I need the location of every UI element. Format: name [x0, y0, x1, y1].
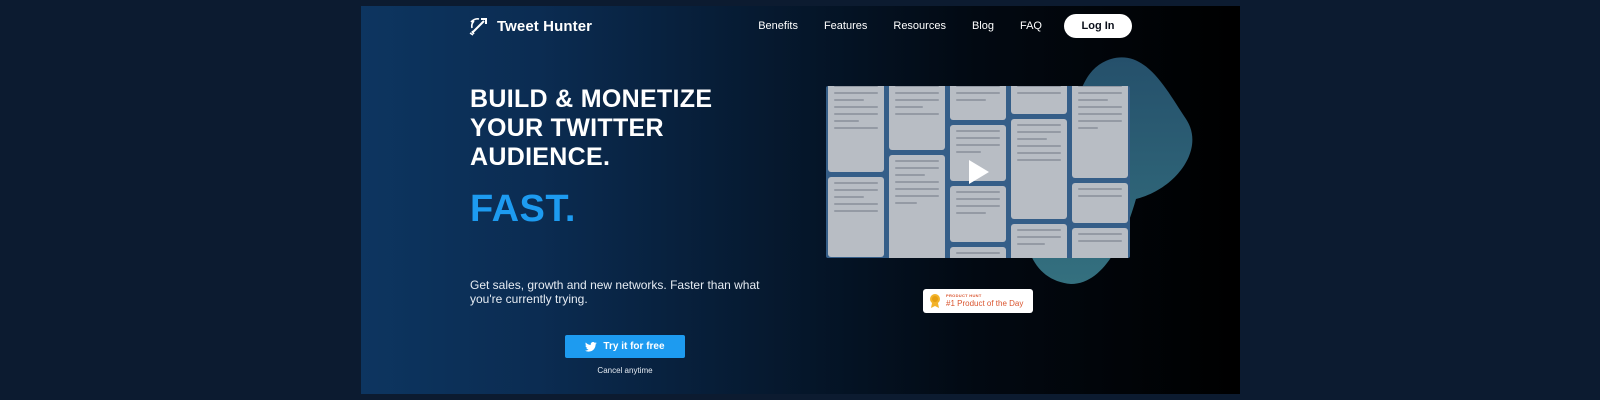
nav-item-benefits[interactable]: Benefits [758, 20, 798, 32]
brand-logo[interactable]: Tweet Hunter [469, 16, 592, 36]
brand-name: Tweet Hunter [497, 17, 593, 35]
hero-subtitle: Get sales, growth and new networks. Fast… [470, 278, 760, 306]
badge-title: #1 Product of the Day [946, 299, 1024, 308]
product-hunt-badge[interactable]: PRODUCT HUNT #1 Product of the Day [923, 289, 1033, 313]
demo-video[interactable] [826, 86, 1130, 258]
headline-line-2: YOUR TWITTER [470, 114, 664, 142]
badge-eyebrow: PRODUCT HUNT [946, 293, 982, 298]
try-free-button[interactable]: Try it for free [565, 335, 685, 358]
bow-arrow-icon [469, 18, 487, 36]
hero-accent-word: FAST. [470, 188, 576, 230]
badge-text: PRODUCT HUNT #1 Product of the Day [946, 294, 1023, 308]
headline-line-1: BUILD & MONETIZE [470, 85, 713, 113]
cancel-note: Cancel anytime [597, 366, 653, 375]
main-nav: Benefits Features Resources Blog FAQ Log… [732, 14, 1132, 38]
landing-page: Tweet Hunter Benefits Features Resources… [361, 6, 1240, 394]
play-icon[interactable] [969, 160, 989, 184]
nav-item-faq[interactable]: FAQ [1020, 20, 1042, 32]
login-button[interactable]: Log In [1064, 14, 1132, 38]
hero-headline: BUILD & MONETIZE YOUR TWITTER AUDIENCE. [470, 85, 712, 172]
try-free-label: Try it for free [603, 341, 665, 352]
twitter-bird-icon [585, 341, 598, 352]
nav-item-features[interactable]: Features [824, 20, 867, 32]
nav-item-resources[interactable]: Resources [893, 20, 946, 32]
nav-item-blog[interactable]: Blog [972, 20, 994, 32]
medal-icon [930, 294, 940, 308]
headline-line-3: AUDIENCE. [470, 143, 611, 171]
